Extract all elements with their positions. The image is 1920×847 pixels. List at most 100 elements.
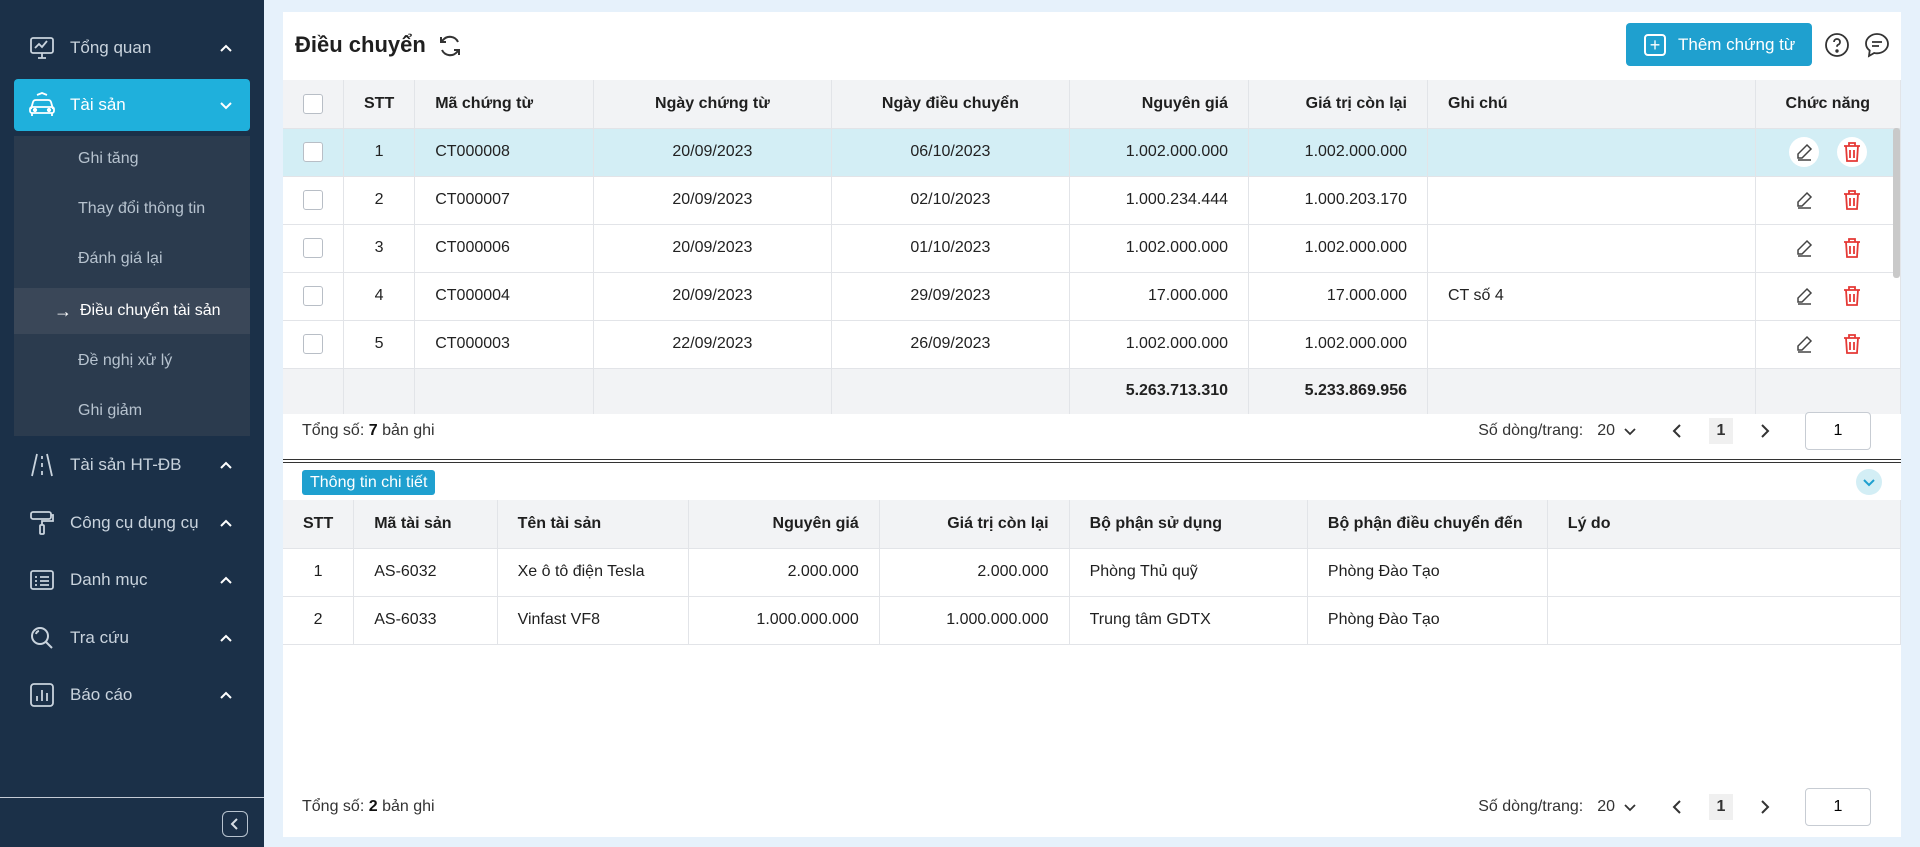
detail-column-bo-phan-dieu-chuyen-den[interactable]: Bộ phận điều chuyển đến <box>1307 500 1548 549</box>
current-page[interactable]: 1 <box>1709 794 1733 820</box>
submenu-item-ghi-giam[interactable]: Ghi giảm <box>14 388 250 434</box>
cell-cost: 2.000.000 <box>688 548 880 597</box>
collapse-sidebar-button[interactable] <box>222 811 248 837</box>
table-row[interactable]: 4 CT000004 20/09/2023 29/09/2023 17.000.… <box>283 272 1902 321</box>
detail-column-ma-tai-san[interactable]: Mã tài sản <box>353 500 498 549</box>
cell-remaining: 1.000.203.170 <box>1248 176 1428 225</box>
detail-column-gia-tri-con-lai[interactable]: Giá trị còn lại <box>879 500 1070 549</box>
delete-button[interactable] <box>1837 281 1867 311</box>
row-checkbox[interactable] <box>303 142 323 162</box>
row-checkbox[interactable] <box>303 286 323 306</box>
cell-cost: 1.000.234.444 <box>1069 176 1250 225</box>
sidebar-item-danh-muc[interactable]: Danh mục <box>14 554 250 606</box>
sidebar-item-label: Tài sản <box>70 95 126 114</box>
next-page-button[interactable] <box>1755 799 1775 815</box>
column-header-nguyen-gia[interactable]: Nguyên giá <box>1069 80 1250 129</box>
detail-collapse-button[interactable] <box>1856 469 1882 495</box>
row-checkbox[interactable] <box>303 238 323 258</box>
detail-column-ly-do[interactable]: Lý do <box>1547 500 1902 549</box>
detail-section-tag: Thông tin chi tiết <box>302 470 436 495</box>
detail-row[interactable]: 2 AS-6033 Vinfast VF8 1.000.000.000 1.00… <box>283 596 1902 645</box>
submenu-item-ghi-tang[interactable]: Ghi tăng <box>14 136 250 182</box>
page-number-input[interactable] <box>1805 788 1871 826</box>
chevron-down-icon <box>1624 428 1636 436</box>
cell-note: CT số 4 <box>1427 272 1756 321</box>
table-header-row: STT Mã chứng từ Ngày chứng từ Ngày điều … <box>283 80 1902 129</box>
delete-button[interactable] <box>1836 137 1867 167</box>
submenu-item-danh-gia-lai[interactable]: Đánh giá lại <box>14 236 250 282</box>
chat-icon[interactable] <box>1864 32 1890 58</box>
detail-column-nguyen-gia[interactable]: Nguyên giá <box>688 500 880 549</box>
edit-button[interactable] <box>1789 329 1819 359</box>
table-row[interactable]: 3 CT000006 20/09/2023 01/10/2023 1.002.0… <box>283 224 1902 273</box>
edit-button[interactable] <box>1789 185 1819 215</box>
row-checkbox[interactable] <box>303 334 323 354</box>
table-row[interactable]: 5 CT000003 22/09/2023 26/09/2023 1.002.0… <box>283 320 1902 369</box>
chevron-up-icon <box>220 461 232 469</box>
delete-button[interactable] <box>1837 329 1867 359</box>
cell-to-dept: Phòng Đào Tạo <box>1307 548 1548 597</box>
detail-column-ten-tai-san[interactable]: Tên tài sản <box>497 500 689 549</box>
pencil-icon <box>1797 239 1812 257</box>
prev-page-button[interactable] <box>1667 799 1687 815</box>
add-voucher-button[interactable]: + Thêm chứng từ <box>1626 23 1812 66</box>
column-header-gia-tri-con-lai[interactable]: Giá trị còn lại <box>1248 80 1428 129</box>
refresh-icon[interactable] <box>437 33 463 59</box>
cell-code: CT000006 <box>414 224 595 273</box>
cell-transfer-date: 06/10/2023 <box>831 128 1071 177</box>
detail-column-stt[interactable]: STT <box>283 500 355 549</box>
cell-actions <box>1755 128 1902 177</box>
pencil-icon <box>1797 287 1812 305</box>
delete-button[interactable] <box>1837 185 1867 215</box>
detail-row[interactable]: 1 AS-6032 Xe ô tô điện Tesla 2.000.000 2… <box>283 548 1902 597</box>
cell-remaining: 1.002.000.000 <box>1248 224 1428 273</box>
next-page-button[interactable] <box>1755 423 1775 439</box>
current-page[interactable]: 1 <box>1709 418 1733 444</box>
cell-doc-date: 20/09/2023 <box>593 128 832 177</box>
help-icon[interactable] <box>1824 32 1850 58</box>
prev-page-button[interactable] <box>1667 423 1687 439</box>
table-scrollbar[interactable] <box>1893 128 1900 278</box>
detail-column-bo-phan-su-dung[interactable]: Bộ phận sử dụng <box>1069 500 1308 549</box>
column-header-stt[interactable]: STT <box>343 80 416 129</box>
submenu-item-dieu-chuyen-tai-san[interactable]: → Điều chuyển tài sản <box>14 288 250 334</box>
pencil-icon <box>1797 191 1812 209</box>
edit-button[interactable] <box>1789 233 1819 263</box>
page-size-select[interactable]: 20 <box>1597 422 1637 440</box>
column-header-ma-chung-tu[interactable]: Mã chứng từ <box>414 80 595 129</box>
report-chart-icon <box>28 681 56 709</box>
panel-splitter[interactable] <box>283 459 1901 463</box>
cell-doc-date: 20/09/2023 <box>593 272 832 321</box>
sidebar-item-tong-quan[interactable]: Tổng quan <box>14 22 250 74</box>
cell-transfer-date: 26/09/2023 <box>831 320 1071 369</box>
chevron-down-icon <box>1624 804 1636 812</box>
page-size-select[interactable]: 20 <box>1597 798 1637 816</box>
detail-table-footer: Tổng số: 2 bản ghi Số dòng/trang: 20 1 <box>283 784 1901 832</box>
sidebar-item-tai-san[interactable]: Tài sản <box>14 79 250 131</box>
cell-actions <box>1755 176 1902 225</box>
page-size-label: Số dòng/trang: <box>1478 798 1584 815</box>
row-select-cell <box>283 224 344 273</box>
column-header-ngay-dieu-chuyen[interactable]: Ngày điều chuyển <box>831 80 1071 129</box>
submenu-item-de-nghi-xu-ly[interactable]: Đề nghị xử lý <box>14 338 250 384</box>
delete-button[interactable] <box>1837 233 1867 263</box>
sidebar-item-bao-cao[interactable]: Báo cáo <box>14 669 250 721</box>
edit-button[interactable] <box>1789 281 1819 311</box>
cell-stt: 2 <box>343 176 416 225</box>
total-count: 2 <box>368 798 378 815</box>
column-header-ghi-chu[interactable]: Ghi chú <box>1427 80 1756 129</box>
plus-icon: + <box>1644 33 1666 56</box>
table-row[interactable]: 1 CT000008 20/09/2023 06/10/2023 1.002.0… <box>283 128 1902 177</box>
sidebar-item-cong-cu-dung-cu[interactable]: Công cụ dụng cụ <box>14 497 250 549</box>
row-checkbox[interactable] <box>303 190 323 210</box>
select-all-checkbox[interactable] <box>303 93 323 114</box>
total-count: 7 <box>368 422 378 439</box>
submenu-item-thay-doi-thong-tin[interactable]: Thay đổi thông tin <box>14 186 250 232</box>
page-number-input[interactable] <box>1805 412 1871 450</box>
table-row[interactable]: 2 CT000007 20/09/2023 02/10/2023 1.000.2… <box>283 176 1902 225</box>
sidebar-item-tai-san-ht-db[interactable]: Tài sản HT-ĐB <box>14 439 250 491</box>
sidebar-item-tra-cuu[interactable]: Tra cứu <box>14 612 250 664</box>
column-header-ngay-chung-tu[interactable]: Ngày chứng từ <box>593 80 832 129</box>
edit-button[interactable] <box>1788 137 1819 167</box>
sidebar-submenu: Ghi tăng Thay đổi thông tin Đánh giá lại… <box>14 136 250 436</box>
